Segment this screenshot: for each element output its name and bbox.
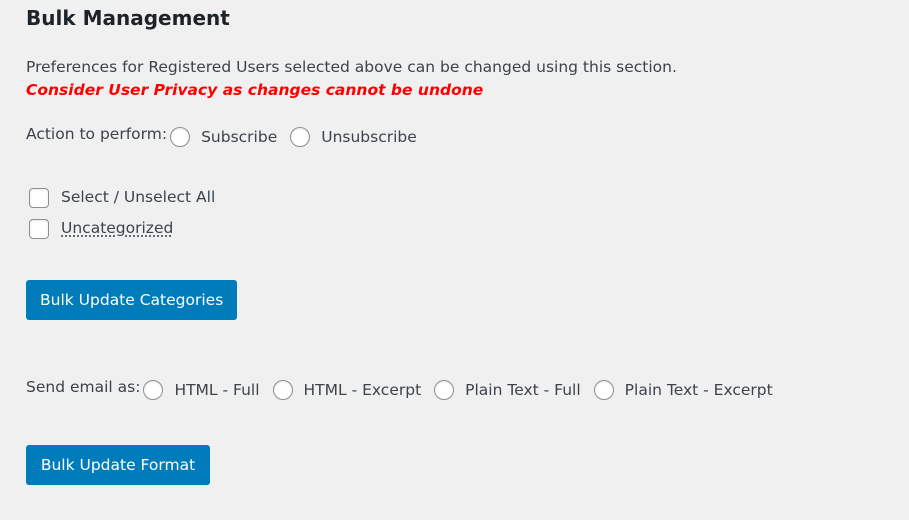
email-format-radio-group: Send email as: HTML - Full HTML - Excerp… bbox=[26, 378, 786, 400]
select-all-label[interactable]: Select / Unselect All bbox=[61, 188, 215, 206]
plain-text-full-label[interactable]: Plain Text - Full bbox=[465, 381, 581, 399]
action-label: Action to perform: bbox=[26, 125, 168, 143]
email-format-label: Send email as: bbox=[26, 378, 141, 396]
html-excerpt-radio[interactable] bbox=[272, 380, 293, 400]
description-text: Preferences for Registered Users selecte… bbox=[26, 58, 677, 76]
subscribe-label[interactable]: Subscribe bbox=[201, 128, 277, 146]
unsubscribe-label[interactable]: Unsubscribe bbox=[321, 128, 417, 146]
bulk-update-format-button[interactable]: Bulk Update Format bbox=[26, 445, 210, 485]
action-radio-group: Action to perform: Subscribe Unsubscribe bbox=[26, 125, 430, 147]
category-row-uncategorized[interactable]: Uncategorized bbox=[29, 213, 215, 244]
plain-text-full-radio[interactable] bbox=[434, 380, 455, 400]
section-description: Preferences for Registered Users selecte… bbox=[26, 56, 677, 102]
select-all-checkbox[interactable] bbox=[29, 187, 49, 208]
html-full-label[interactable]: HTML - Full bbox=[174, 381, 259, 399]
select-all-row[interactable]: Select / Unselect All bbox=[29, 182, 215, 213]
plain-text-excerpt-radio[interactable] bbox=[593, 380, 614, 400]
uncategorized-label-wrap[interactable]: Uncategorized bbox=[61, 219, 173, 237]
bulk-update-categories-button[interactable]: Bulk Update Categories bbox=[26, 280, 237, 320]
uncategorized-label[interactable]: Uncategorized bbox=[61, 219, 173, 237]
plain-text-excerpt-label[interactable]: Plain Text - Excerpt bbox=[625, 381, 773, 399]
privacy-warning: Consider User Privacy as changes cannot … bbox=[26, 81, 484, 99]
unsubscribe-radio[interactable] bbox=[290, 127, 311, 147]
uncategorized-checkbox[interactable] bbox=[29, 218, 49, 239]
category-checkbox-list: Select / Unselect All Uncategorized bbox=[29, 182, 215, 244]
section-title: Bulk Management bbox=[26, 6, 230, 30]
subscribe-radio[interactable] bbox=[170, 127, 191, 147]
html-full-radio[interactable] bbox=[143, 380, 164, 400]
html-excerpt-label[interactable]: HTML - Excerpt bbox=[304, 381, 422, 399]
